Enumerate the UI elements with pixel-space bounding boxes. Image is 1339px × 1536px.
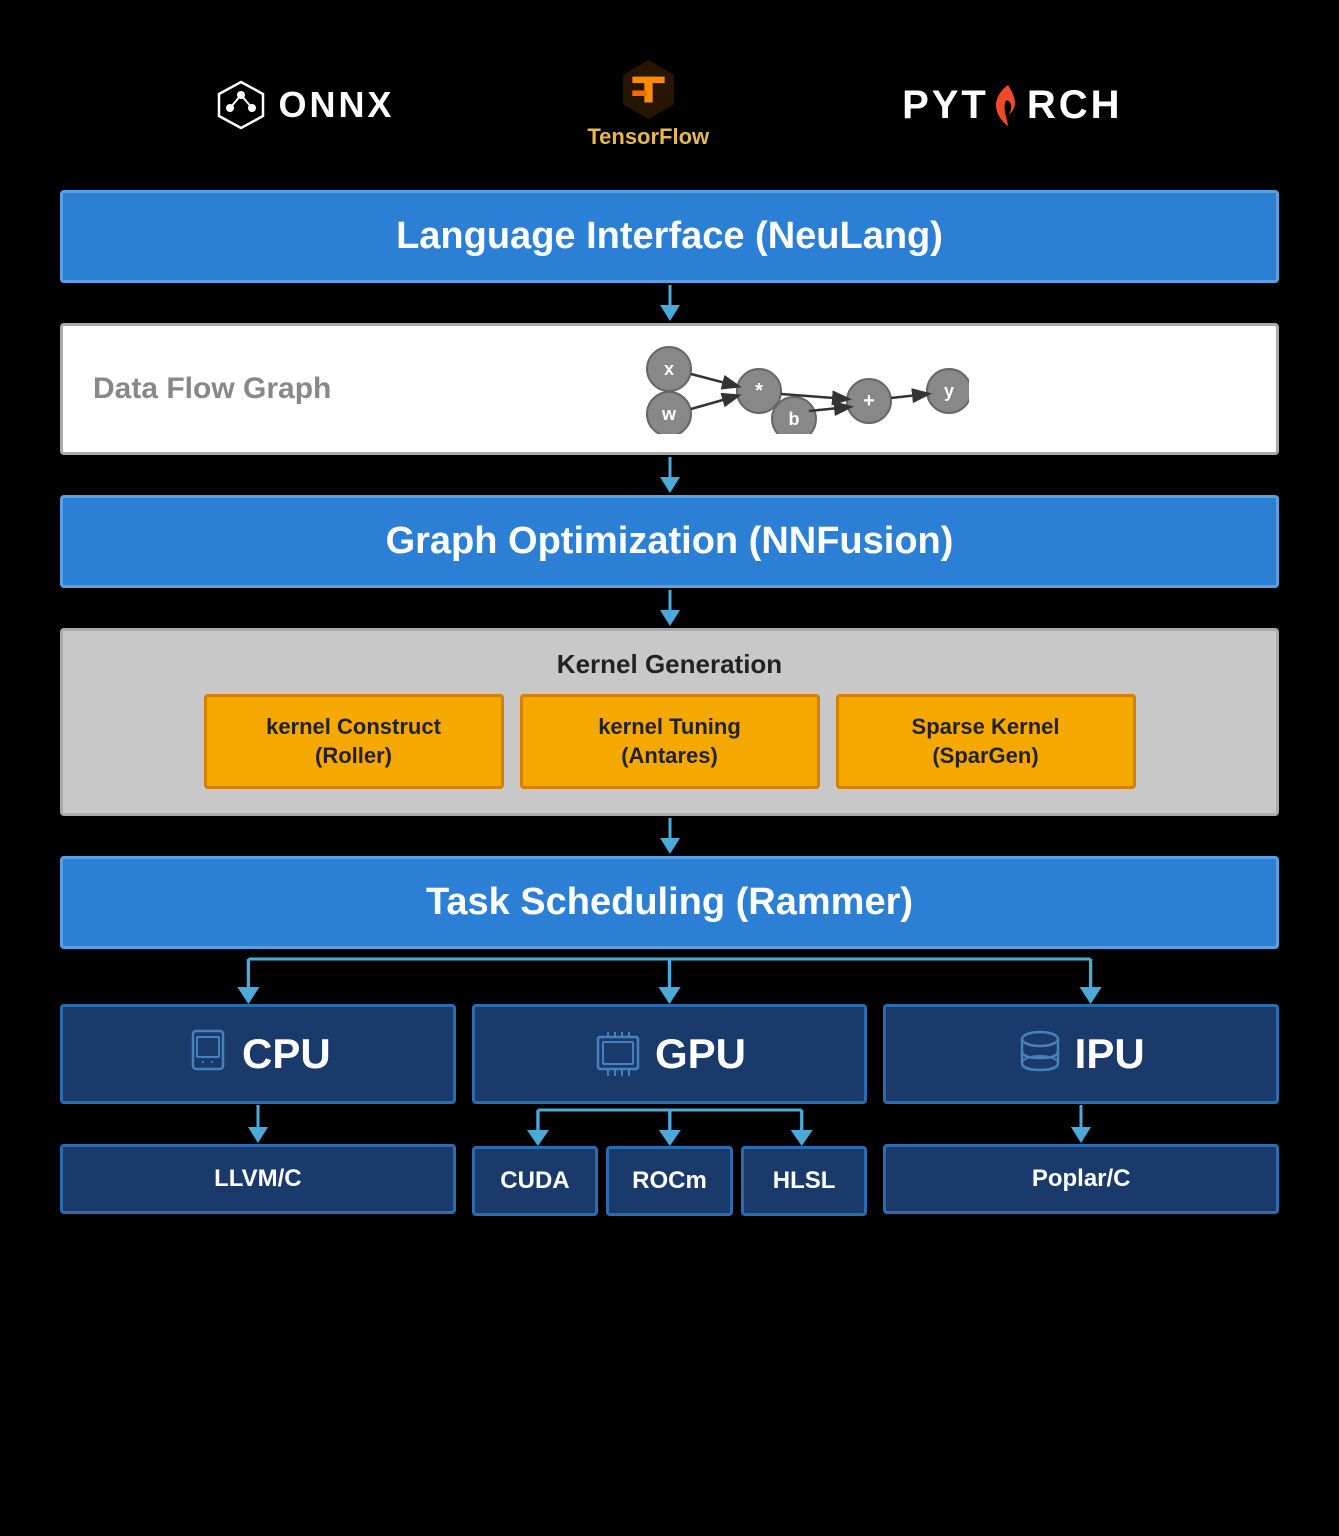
svg-text:b: b [788,409,799,429]
pytorch-flame-icon [993,83,1023,128]
pytorch-logo: PYT RCH [902,83,1122,128]
gpu-block: GPU [472,1004,868,1104]
dataflow-label: Data Flow Graph [93,372,331,406]
language-interface-block: Language Interface (NeuLang) [60,190,1279,283]
cpu-arrow [60,1104,456,1144]
kernel-generation-title: Kernel Generation [83,649,1256,680]
cpu-block: CPU [60,1004,456,1104]
tensorflow-label: TensorFlow [587,124,709,149]
ipu-subtargets: Poplar/C [883,1144,1279,1214]
gpu-arrows [472,1104,868,1146]
hardware-targets-row: CPU LLVM/C [60,1004,1279,1216]
dataflow-graph-visual: x w * b + y [351,344,1246,434]
cpu-column: CPU LLVM/C [60,1004,456,1214]
cuda-label: CUDA [500,1167,569,1194]
onnx-icon [216,80,266,130]
kernel-tuning-box: kernel Tuning(Antares) [520,694,820,789]
llvm-label: LLVM/C [214,1165,302,1192]
kernel-construct-box: kernel Construct(Roller) [204,694,504,789]
svg-text:w: w [661,404,677,424]
main-container: ONNX TensorFlow PYT RCH [60,40,1279,1216]
cuda-box: CUDA [472,1146,599,1216]
ipu-arrow [883,1104,1279,1144]
gpu-subtargets: CUDA ROCm HLSL [472,1146,868,1216]
kernel-generation-block: Kernel Generation kernel Construct(Rolle… [60,628,1279,816]
task-scheduling-block: Task Scheduling (Rammer) [60,856,1279,949]
language-interface-label: Language Interface (NeuLang) [396,215,943,257]
cpu-label: CPU [242,1030,331,1078]
onnx-logo: ONNX [216,80,394,130]
tensorflow-logo: TensorFlow [587,60,709,150]
arrow-2 [650,455,690,495]
arrow-4 [650,816,690,856]
svg-text:x: x [664,359,674,379]
ipu-label: IPU [1075,1030,1145,1078]
task-scheduling-label: Task Scheduling (Rammer) [426,881,913,923]
poplar-box: Poplar/C [883,1144,1279,1214]
architecture-diagram: Language Interface (NeuLang) Data Flow G… [60,190,1279,1216]
graph-optimization-label: Graph Optimization (NNFusion) [386,520,954,562]
kernel-construct-label: kernel Construct(Roller) [266,714,441,768]
arrow-1 [650,283,690,323]
graph-optimization-block: Graph Optimization (NNFusion) [60,495,1279,588]
gpu-icon [593,1029,643,1079]
ipu-block: IPU [883,1004,1279,1104]
svg-text:y: y [944,381,954,401]
pytorch-label-part2: RCH [1027,83,1123,128]
hlsl-box: HLSL [741,1146,868,1216]
kernel-tuning-label: kernel Tuning(Antares) [598,714,741,768]
pytorch-label-part1: PYT [902,83,989,128]
hlsl-label: HLSL [773,1167,836,1194]
three-way-arrows [60,949,1279,1004]
kernel-boxes-container: kernel Construct(Roller) kernel Tuning(A… [83,694,1256,789]
svg-text:*: * [755,380,763,402]
ipu-column: IPU Poplar/C [883,1004,1279,1214]
gpu-column: GPU CUDA [472,1004,868,1216]
ipu-icon [1018,1029,1063,1079]
cpu-icon [185,1029,230,1079]
poplar-label: Poplar/C [1032,1165,1131,1192]
sparse-kernel-box: Sparse Kernel(SparGen) [836,694,1136,789]
svg-text:+: + [863,390,875,412]
rocm-label: ROCm [632,1167,707,1194]
llvm-box: LLVM/C [60,1144,456,1214]
rocm-box: ROCm [606,1146,733,1216]
logos-row: ONNX TensorFlow PYT RCH [60,40,1279,190]
arrow-3 [650,588,690,628]
dataflow-graph-block: Data Flow Graph x w * b [60,323,1279,455]
sparse-kernel-label: Sparse Kernel(SparGen) [912,714,1060,768]
tensorflow-icon [621,60,676,120]
cpu-subtargets: LLVM/C [60,1144,456,1214]
onnx-label: ONNX [278,84,394,126]
gpu-label: GPU [655,1030,746,1078]
